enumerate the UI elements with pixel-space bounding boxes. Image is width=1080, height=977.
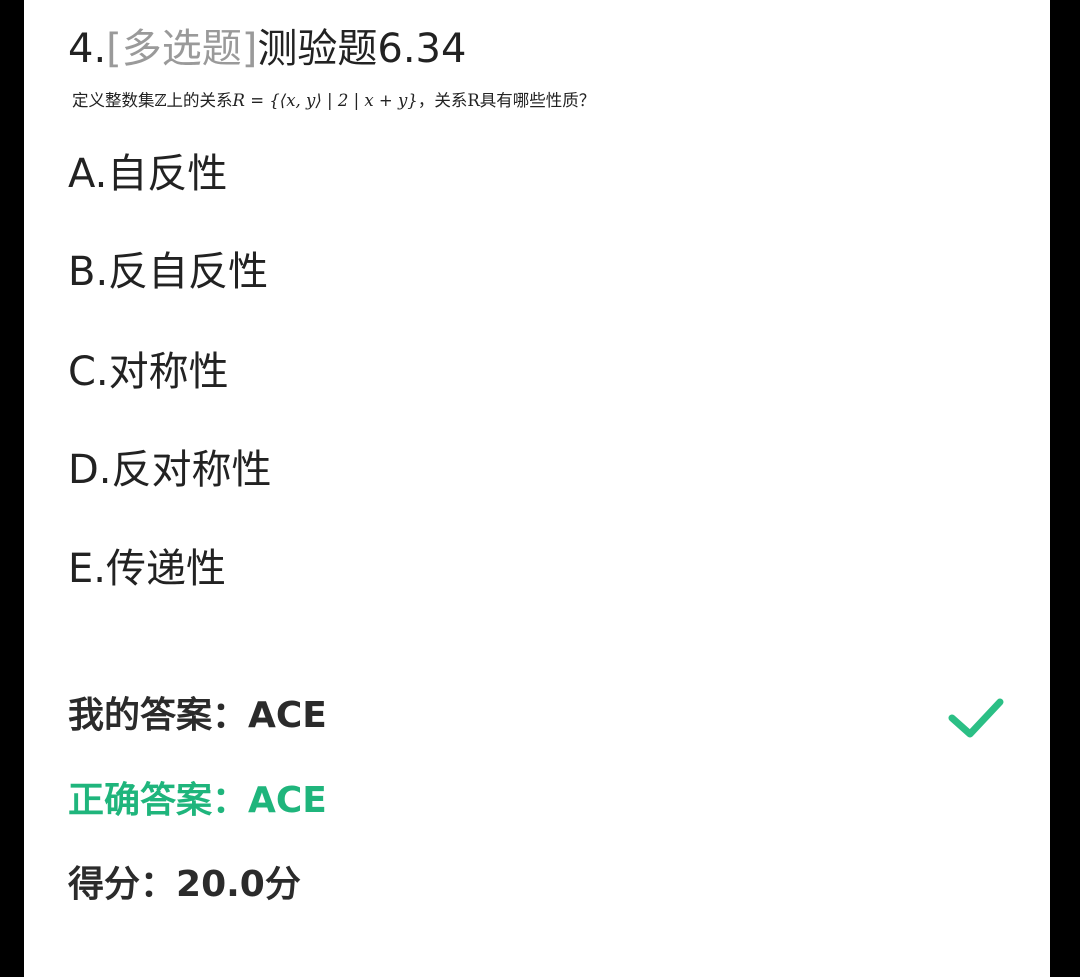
question-card: 4.[多选题]测验题6.34 定义整数集ℤ上的关系R = {⟨x, y⟩ | 2…	[24, 0, 1050, 977]
question-stem-suffix: ，关系R具有哪些性质？	[417, 91, 596, 110]
option-e[interactable]: E.传递性	[68, 542, 226, 596]
score-value: 20.0分	[176, 864, 301, 905]
question-stem: 定义整数集ℤ上的关系R = {⟨x, y⟩ | 2 | x + y}，关系R具有…	[72, 88, 595, 114]
checkmark-icon	[948, 698, 1004, 738]
question-number: 4.	[68, 26, 107, 72]
option-c[interactable]: C.对称性	[68, 345, 229, 399]
question-type: [多选题]	[106, 26, 258, 72]
question-stem-prefix: 定义整数集ℤ上的关系	[72, 91, 233, 110]
option-d[interactable]: D.反对称性	[68, 443, 272, 497]
correct-answer-value: ACE	[248, 780, 327, 821]
my-answer: 我的答案：ACE	[68, 692, 327, 740]
score: 得分：20.0分	[68, 861, 301, 909]
correct-answer-label: 正确答案：	[68, 780, 249, 821]
my-answer-value: ACE	[248, 695, 327, 736]
correct-answer: 正确答案：ACE	[68, 777, 327, 825]
my-answer-label: 我的答案：	[68, 695, 249, 736]
question-name: 测验题6.34	[257, 26, 467, 72]
option-a[interactable]: A.自反性	[68, 147, 227, 201]
option-b[interactable]: B.反自反性	[68, 245, 268, 299]
question-stem-formula: R = {⟨x, y⟩ | 2 | x + y}	[232, 91, 418, 110]
question-title: 4.[多选题]测验题6.34	[68, 22, 466, 76]
score-label: 得分：	[68, 864, 177, 905]
